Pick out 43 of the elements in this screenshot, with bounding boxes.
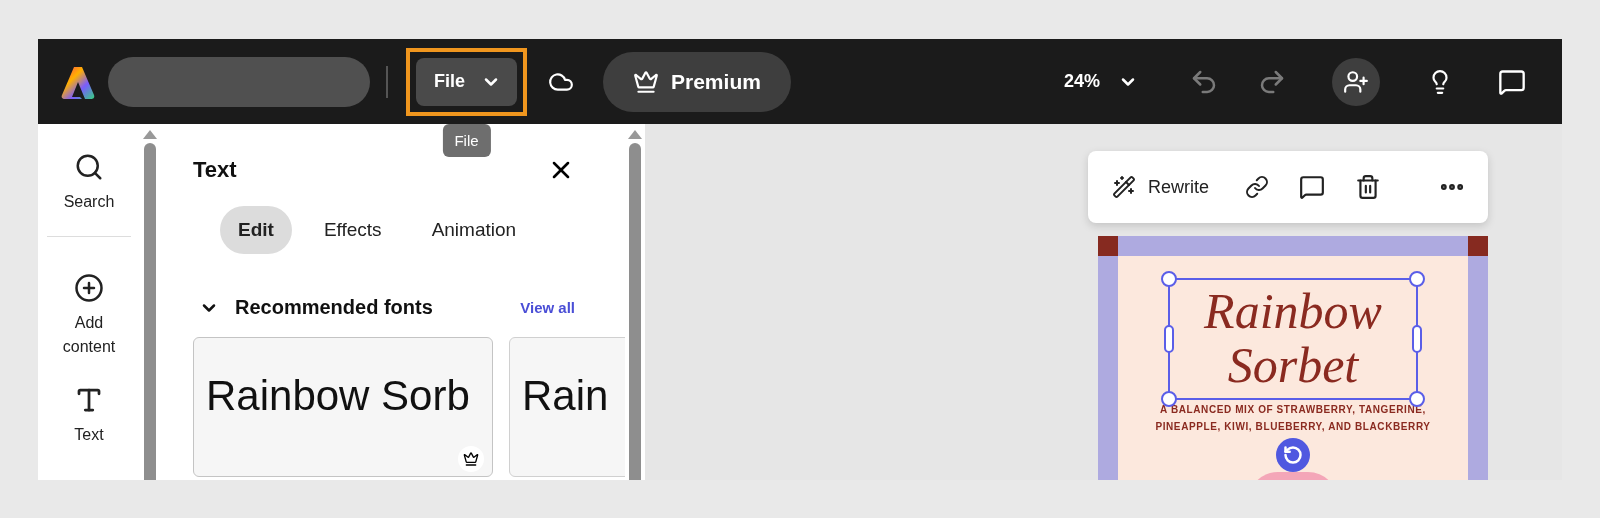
rotate-icon[interactable] bbox=[1276, 438, 1310, 472]
resize-handle[interactable] bbox=[1161, 271, 1177, 287]
resize-handle[interactable] bbox=[1412, 325, 1422, 353]
search-icon bbox=[74, 152, 104, 182]
poster-subtitle: A BALANCED MIX OF STRAWBERRY, TANGERINE, bbox=[1160, 403, 1426, 417]
scrollbar-thumb[interactable] bbox=[629, 143, 641, 480]
comment-icon[interactable] bbox=[1498, 67, 1526, 96]
resize-handle[interactable] bbox=[1164, 325, 1174, 353]
file-menu-button[interactable]: File bbox=[416, 57, 517, 106]
panel-tab[interactable]: Effects bbox=[305, 206, 400, 254]
rail-item[interactable]: Add content bbox=[53, 273, 125, 359]
zoom-dropdown[interactable]: 24% bbox=[1057, 70, 1144, 93]
add-person-icon bbox=[1343, 68, 1369, 95]
rewrite-button[interactable]: Rewrite bbox=[1112, 175, 1209, 199]
resize-handle[interactable] bbox=[1161, 391, 1177, 407]
poster-corner bbox=[1468, 236, 1488, 256]
poster-corner bbox=[1098, 236, 1118, 256]
resize-handle[interactable] bbox=[1409, 271, 1425, 287]
poster-title[interactable]: Rainbow Sorbet bbox=[1183, 284, 1403, 392]
scrollbar-thumb[interactable] bbox=[144, 143, 156, 480]
poster-subtitle: PINEAPPLE, KIWI, BLUEBERRY, AND BLACKBERRY bbox=[1155, 420, 1431, 434]
link-icon[interactable] bbox=[1245, 175, 1269, 199]
font-card[interactable]: Rain bbox=[509, 337, 625, 477]
resize-handle[interactable] bbox=[1409, 391, 1425, 407]
crown-icon bbox=[633, 68, 659, 95]
tooltip: File bbox=[442, 123, 491, 157]
font-sample: Rain bbox=[522, 372, 610, 420]
rail-item[interactable]: Text bbox=[53, 385, 125, 447]
premium-button[interactable]: Premium bbox=[603, 51, 791, 112]
font-card[interactable]: Rainbow Sorb bbox=[193, 337, 493, 477]
add-person-button[interactable] bbox=[1332, 57, 1380, 106]
panel-tab[interactable]: Animation bbox=[413, 206, 535, 254]
panel-tab[interactable]: Edit bbox=[220, 206, 292, 254]
rail-item[interactable]: Search bbox=[53, 152, 125, 214]
premium-badge-icon bbox=[458, 446, 484, 472]
view-all-link[interactable]: View all bbox=[520, 299, 575, 316]
magic-wand-icon bbox=[1112, 175, 1136, 199]
panel-title: Text bbox=[193, 157, 237, 183]
plus-circle-icon bbox=[74, 273, 104, 303]
section-toggle[interactable]: Recommended fonts bbox=[199, 296, 433, 319]
delete-icon[interactable] bbox=[1355, 174, 1381, 200]
font-sample: Rainbow Sorb bbox=[206, 372, 471, 420]
comment-icon[interactable] bbox=[1299, 174, 1325, 200]
